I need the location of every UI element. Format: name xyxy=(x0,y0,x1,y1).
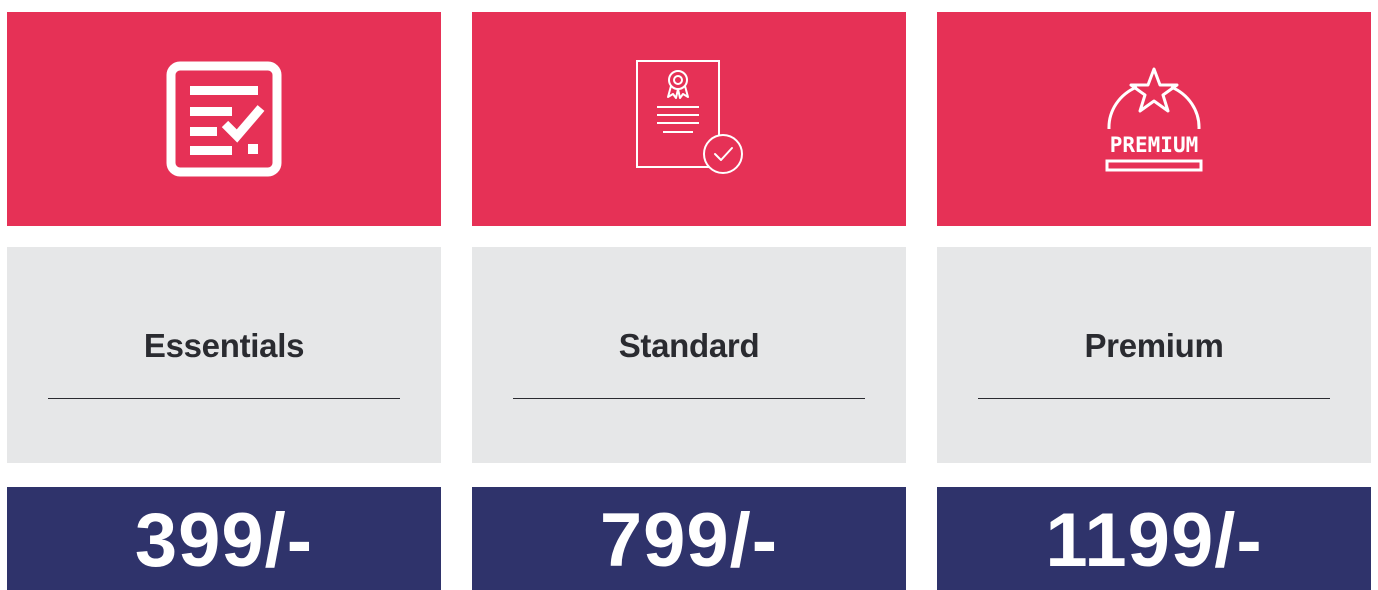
plan-icon-panel: PREMIUM xyxy=(937,12,1371,226)
plan-price-panel: 799/- xyxy=(472,487,906,590)
divider xyxy=(48,398,400,399)
plan-icon-panel xyxy=(472,12,906,226)
plan-price-panel: 1199/- xyxy=(937,487,1371,590)
plan-price-panel: 399/- xyxy=(7,487,441,590)
plan-name-panel: Standard xyxy=(472,247,906,463)
divider xyxy=(978,398,1330,399)
premium-badge-icon: PREMIUM xyxy=(1105,67,1203,172)
premium-icon-text: PREMIUM xyxy=(1110,133,1199,157)
plan-price: 399/- xyxy=(134,497,314,583)
plan-icon-panel xyxy=(7,12,441,226)
plan-name-panel: Essentials xyxy=(7,247,441,463)
plan-price: 799/- xyxy=(599,497,779,583)
plan-name: Premium xyxy=(1084,327,1224,364)
divider xyxy=(513,398,865,399)
plan-price: 1199/- xyxy=(1045,497,1263,583)
checklist-icon xyxy=(166,61,282,177)
plan-name: Essentials xyxy=(143,327,305,364)
plan-name: Standard xyxy=(618,327,760,364)
certificate-icon xyxy=(636,60,743,174)
plan-card-premium: PREMIUM Premium 1199/- xyxy=(937,12,1371,590)
plan-name-panel: Premium xyxy=(937,247,1371,463)
plan-card-standard: Standard 799/- xyxy=(472,12,906,590)
plan-card-essentials: Essentials 399/- xyxy=(7,12,441,590)
